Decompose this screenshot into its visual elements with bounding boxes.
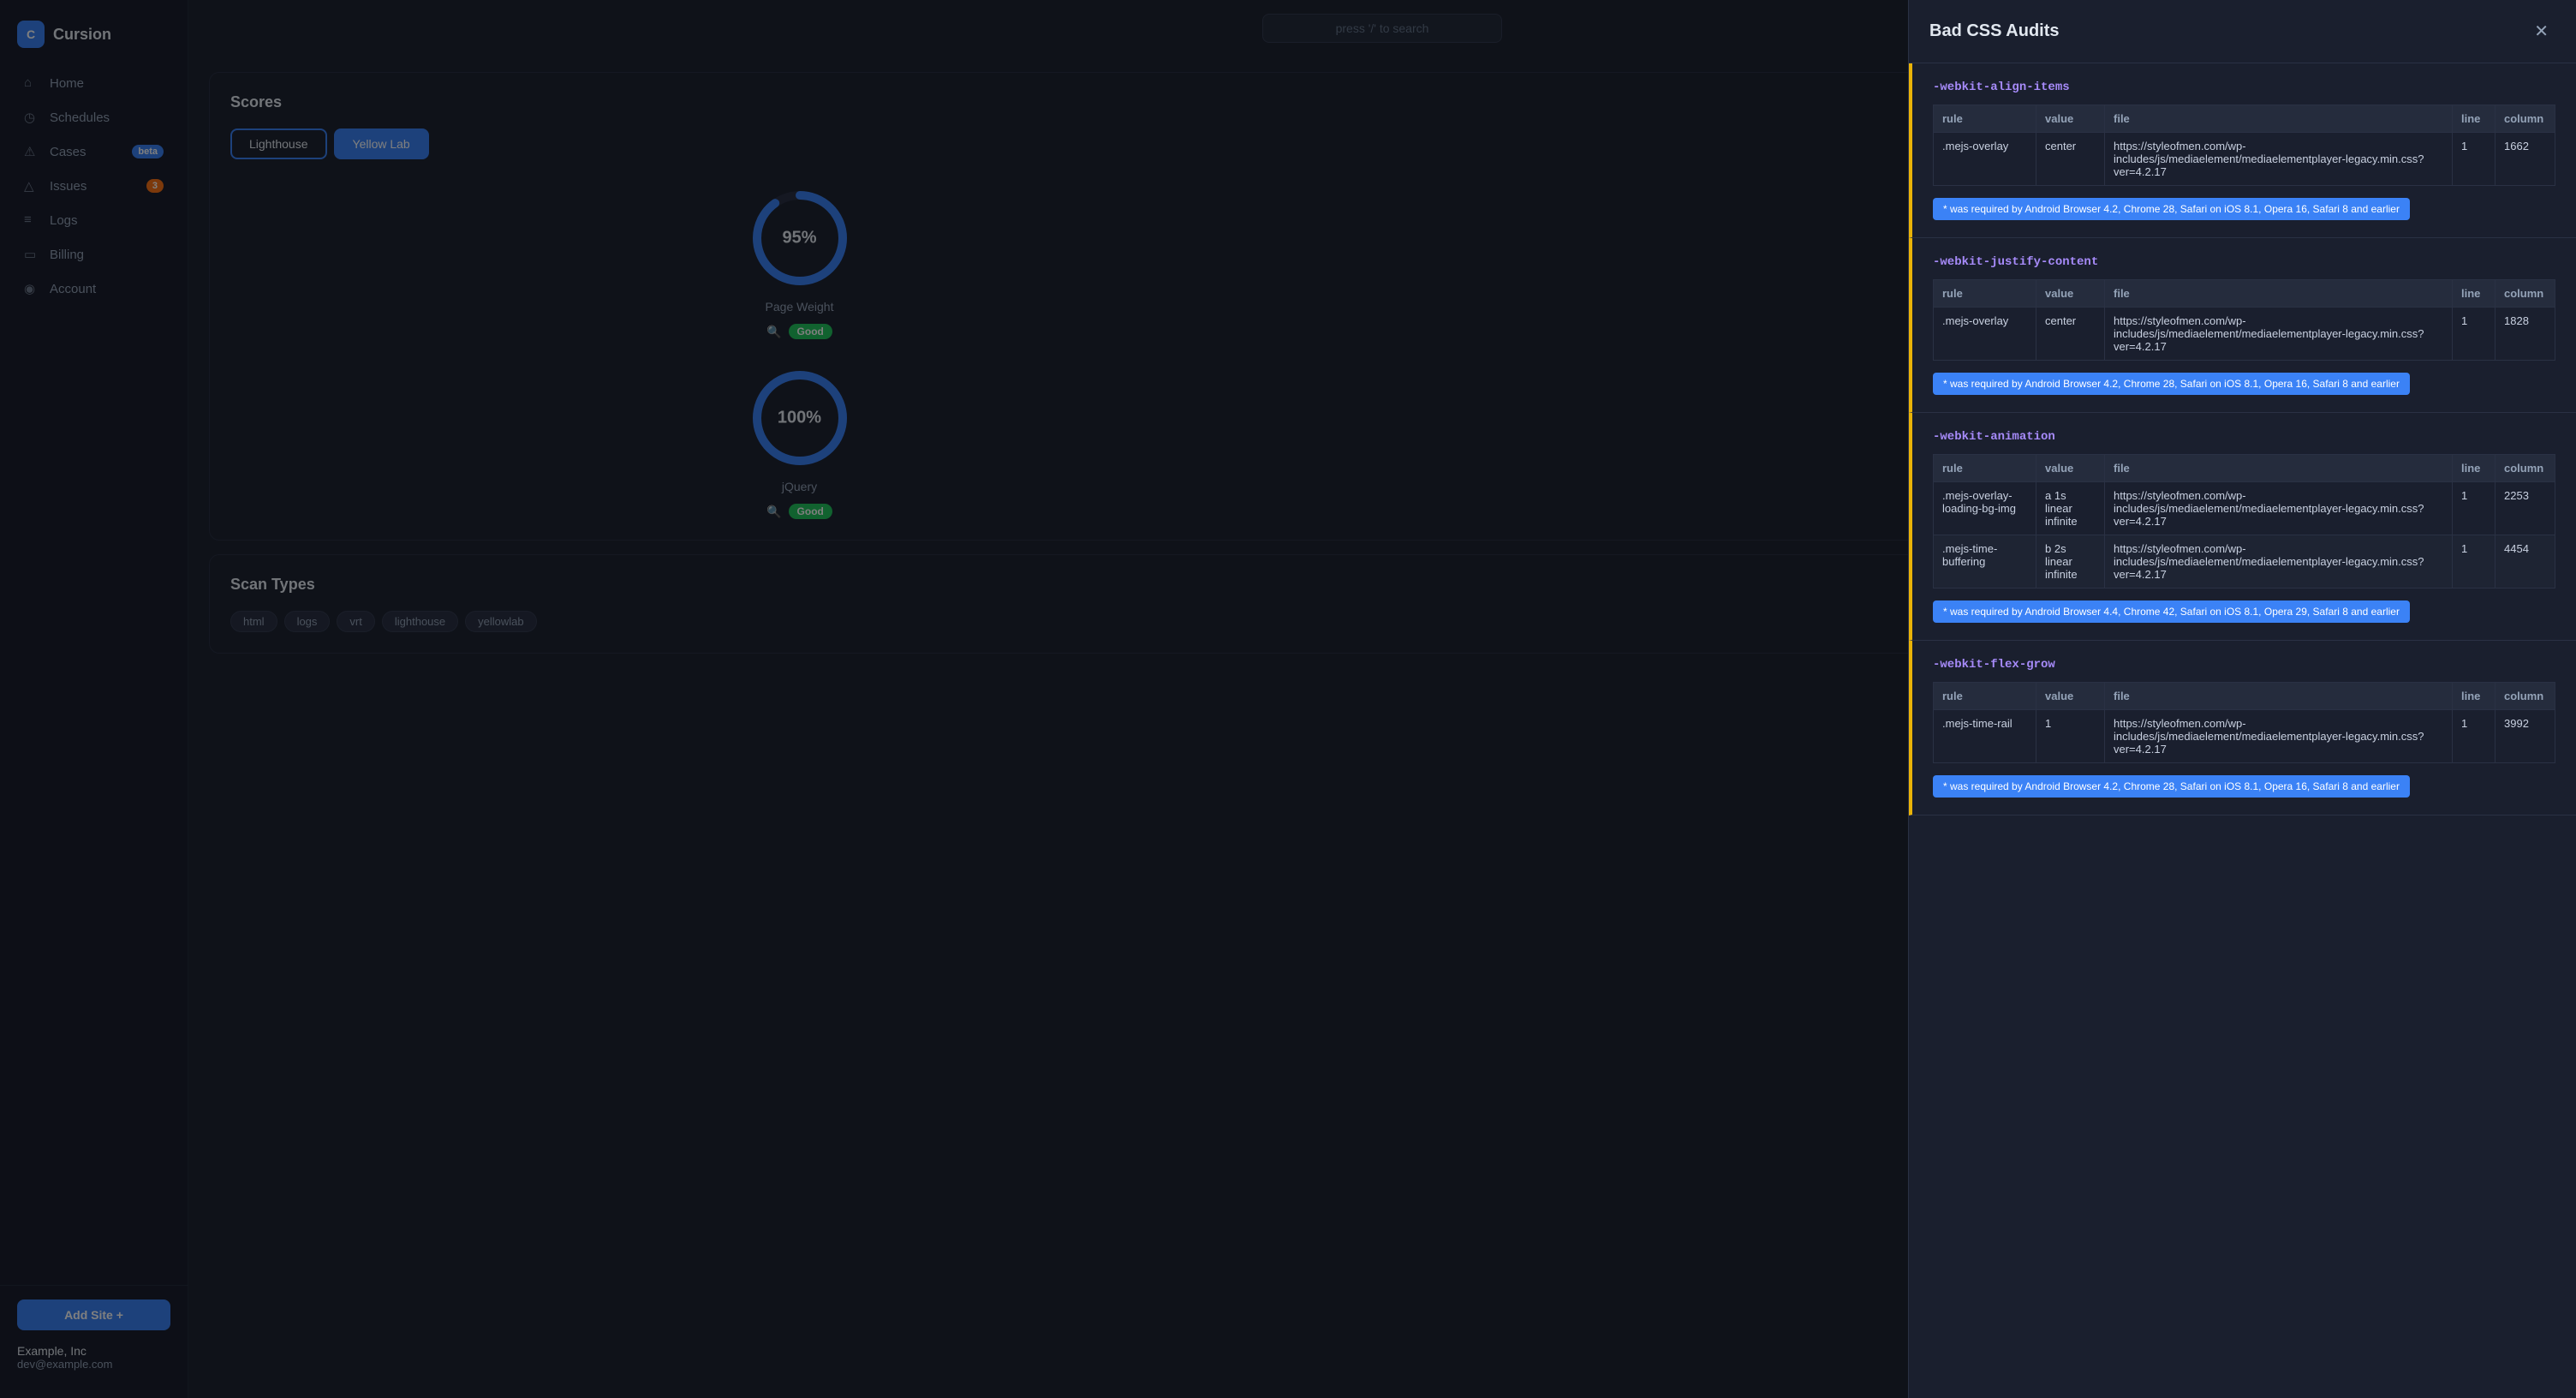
cell-line: 1 [2453, 535, 2496, 588]
table-row: .mejs-time-rail 1 https://styleofmen.com… [1934, 710, 2555, 763]
cell-value: 1 [2036, 710, 2105, 763]
modal-title: Bad CSS Audits [1929, 21, 2060, 41]
cell-value: a 1s linear infinite [2036, 482, 2105, 535]
cell-column: 1828 [2496, 308, 2555, 361]
col-header-column: column [2496, 105, 2555, 133]
cell-file: https://styleofmen.com/wp-includes/js/me… [2105, 133, 2453, 186]
cell-file: https://styleofmen.com/wp-includes/js/me… [2105, 535, 2453, 588]
cell-file: https://styleofmen.com/wp-includes/js/me… [2105, 308, 2453, 361]
close-modal-button[interactable]: ✕ [2527, 17, 2555, 45]
table-row: .mejs-time-buffering b 2s linear infinit… [1934, 535, 2555, 588]
audit-note: * was required by Android Browser 4.2, C… [1933, 198, 2410, 220]
cell-value: center [2036, 133, 2105, 186]
audit-table: rule value file line column .mejs-time-r… [1933, 682, 2555, 763]
col-header-column: column [2496, 683, 2555, 710]
audit-webkit-justify-content: -webkit-justify-content rule value file … [1909, 238, 2576, 413]
col-header-file: file [2105, 683, 2453, 710]
audit-table: rule value file line column .mejs-overla… [1933, 454, 2555, 588]
cell-line: 1 [2453, 482, 2496, 535]
table-row: .mejs-overlay center https://styleofmen.… [1934, 308, 2555, 361]
cell-value: center [2036, 308, 2105, 361]
cell-column: 1662 [2496, 133, 2555, 186]
audit-note: * was required by Android Browser 4.2, C… [1933, 775, 2410, 798]
cell-column: 3992 [2496, 710, 2555, 763]
audit-note: * was required by Android Browser 4.4, C… [1933, 600, 2410, 623]
col-header-line: line [2453, 105, 2496, 133]
cell-rule: .mejs-overlay-loading-bg-img [1934, 482, 2036, 535]
cell-column: 2253 [2496, 482, 2555, 535]
table-row: .mejs-overlay center https://styleofmen.… [1934, 133, 2555, 186]
bad-css-audits-modal: Bad CSS Audits ✕ -webkit-align-items rul… [1908, 0, 2576, 1398]
cell-value: b 2s linear infinite [2036, 535, 2105, 588]
cell-file: https://styleofmen.com/wp-includes/js/me… [2105, 710, 2453, 763]
col-header-rule: rule [1934, 105, 2036, 133]
audit-table: rule value file line column .mejs-overla… [1933, 279, 2555, 361]
audit-property: -webkit-align-items [1933, 81, 2555, 94]
audit-table: rule value file line column .mejs-overla… [1933, 105, 2555, 186]
cell-line: 1 [2453, 710, 2496, 763]
col-header-line: line [2453, 280, 2496, 308]
audit-webkit-flex-grow: -webkit-flex-grow rule value file line c… [1909, 641, 2576, 816]
audit-property: -webkit-flex-grow [1933, 658, 2555, 672]
col-header-line: line [2453, 683, 2496, 710]
col-header-line: line [2453, 455, 2496, 482]
col-header-value: value [2036, 280, 2105, 308]
col-header-value: value [2036, 455, 2105, 482]
audit-webkit-animation: -webkit-animation rule value file line c… [1909, 413, 2576, 641]
modal-header: Bad CSS Audits ✕ [1909, 0, 2576, 63]
audit-note: * was required by Android Browser 4.2, C… [1933, 373, 2410, 395]
col-header-file: file [2105, 455, 2453, 482]
cell-rule: .mejs-overlay [1934, 133, 2036, 186]
col-header-file: file [2105, 280, 2453, 308]
cell-rule: .mejs-time-rail [1934, 710, 2036, 763]
modal-body: -webkit-align-items rule value file line… [1909, 63, 2576, 1398]
cell-rule: .mejs-overlay [1934, 308, 2036, 361]
cell-file: https://styleofmen.com/wp-includes/js/me… [2105, 482, 2453, 535]
audit-property: -webkit-justify-content [1933, 255, 2555, 269]
cell-line: 1 [2453, 133, 2496, 186]
table-row: .mejs-overlay-loading-bg-img a 1s linear… [1934, 482, 2555, 535]
cell-rule: .mejs-time-buffering [1934, 535, 2036, 588]
cell-line: 1 [2453, 308, 2496, 361]
col-header-value: value [2036, 683, 2105, 710]
col-header-rule: rule [1934, 683, 2036, 710]
col-header-rule: rule [1934, 455, 2036, 482]
col-header-column: column [2496, 455, 2555, 482]
col-header-value: value [2036, 105, 2105, 133]
audit-webkit-align-items: -webkit-align-items rule value file line… [1909, 63, 2576, 238]
col-header-file: file [2105, 105, 2453, 133]
audit-property: -webkit-animation [1933, 430, 2555, 444]
col-header-rule: rule [1934, 280, 2036, 308]
cell-column: 4454 [2496, 535, 2555, 588]
col-header-column: column [2496, 280, 2555, 308]
